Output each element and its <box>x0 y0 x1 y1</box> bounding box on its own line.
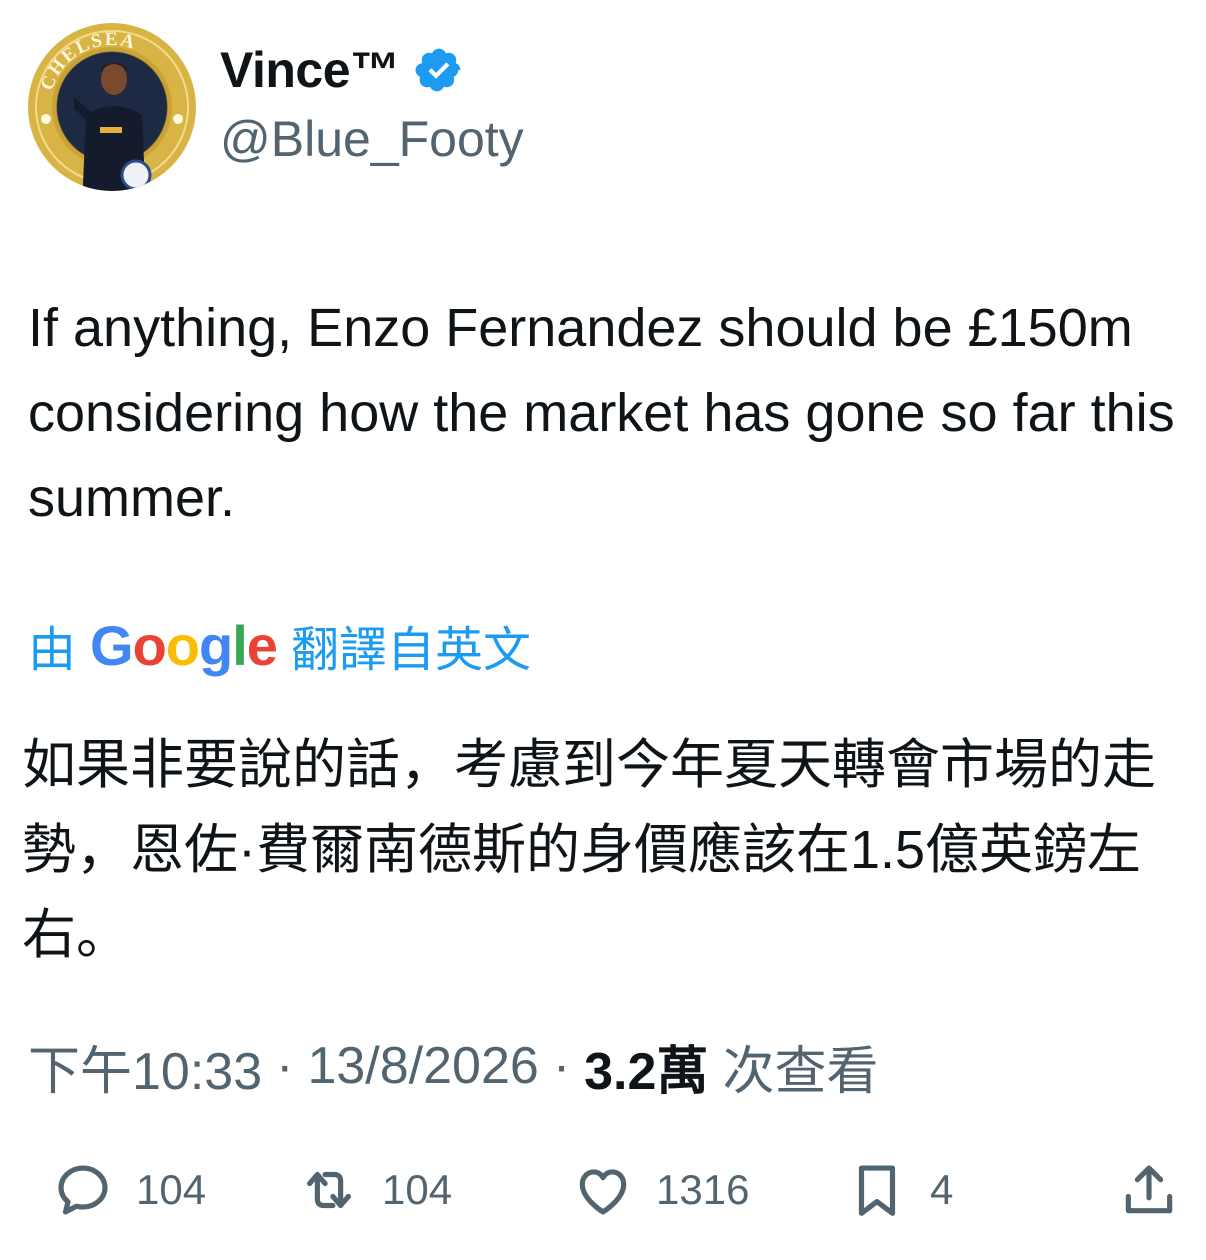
meta-separator: · <box>552 1037 571 1095</box>
reply-button[interactable]: 104 <box>52 1150 206 1230</box>
google-logo-letter: o <box>132 613 167 677</box>
google-logo-letter: l <box>232 613 248 677</box>
tweet-meta: 下午10:33 · 13/8/2026 · 3.2萬 次查看 <box>28 1030 878 1102</box>
action-bar: 104 104 1316 4 <box>0 1150 1206 1230</box>
display-name[interactable]: Vince™ <box>220 41 400 99</box>
player-photo <box>74 63 152 191</box>
tweet-card: CHELSEA Vince™ @Blue_Footy If anything, … <box>0 0 1206 1260</box>
like-count: 1316 <box>656 1166 750 1213</box>
translation-attribution[interactable]: 由 Google 翻譯自英文 <box>28 612 531 678</box>
tweet-time[interactable]: 下午10:33 <box>28 1029 262 1104</box>
bookmark-icon <box>858 1165 896 1216</box>
google-logo: Google <box>90 613 278 678</box>
share-button[interactable] <box>1118 1150 1180 1230</box>
heart-icon <box>579 1169 627 1215</box>
reply-count: 104 <box>136 1166 207 1213</box>
translation-prefix: 由 <box>28 624 77 677</box>
author-handle[interactable]: @Blue_Footy <box>220 110 524 168</box>
avatar[interactable]: CHELSEA <box>28 23 196 191</box>
translation-suffix: 翻譯自英文 <box>290 624 531 677</box>
google-logo-letter: G <box>90 613 134 677</box>
like-button[interactable]: 1316 <box>572 1150 749 1230</box>
views-label: 次查看 <box>722 1042 879 1101</box>
tweet-text: If anything, Enzo Fernandez should be £1… <box>28 298 1175 528</box>
bookmark-button[interactable]: 4 <box>846 1150 953 1230</box>
views-count[interactable]: 3.2萬 <box>584 1029 708 1104</box>
bookmark-count: 4 <box>930 1166 954 1213</box>
google-logo-letter: o <box>165 613 200 677</box>
share-icon <box>1125 1165 1173 1214</box>
google-logo-letter: e <box>246 613 278 677</box>
translated-text: 如果非要說的話，考慮到今年夏天轉會市場的走勢，恩佐·費爾南德斯的身價應該在1.5… <box>22 735 1156 965</box>
author-name-row[interactable]: Vince™ <box>220 38 464 102</box>
verified-badge-icon[interactable] <box>414 45 464 95</box>
retweet-count: 104 <box>382 1166 453 1213</box>
retweet-icon <box>307 1171 351 1209</box>
google-logo-letter: g <box>199 613 233 677</box>
tweet-date[interactable]: 13/8/2026 <box>307 1036 538 1096</box>
reply-icon <box>58 1165 108 1215</box>
meta-separator: · <box>276 1037 294 1095</box>
retweet-button[interactable]: 104 <box>298 1150 452 1230</box>
